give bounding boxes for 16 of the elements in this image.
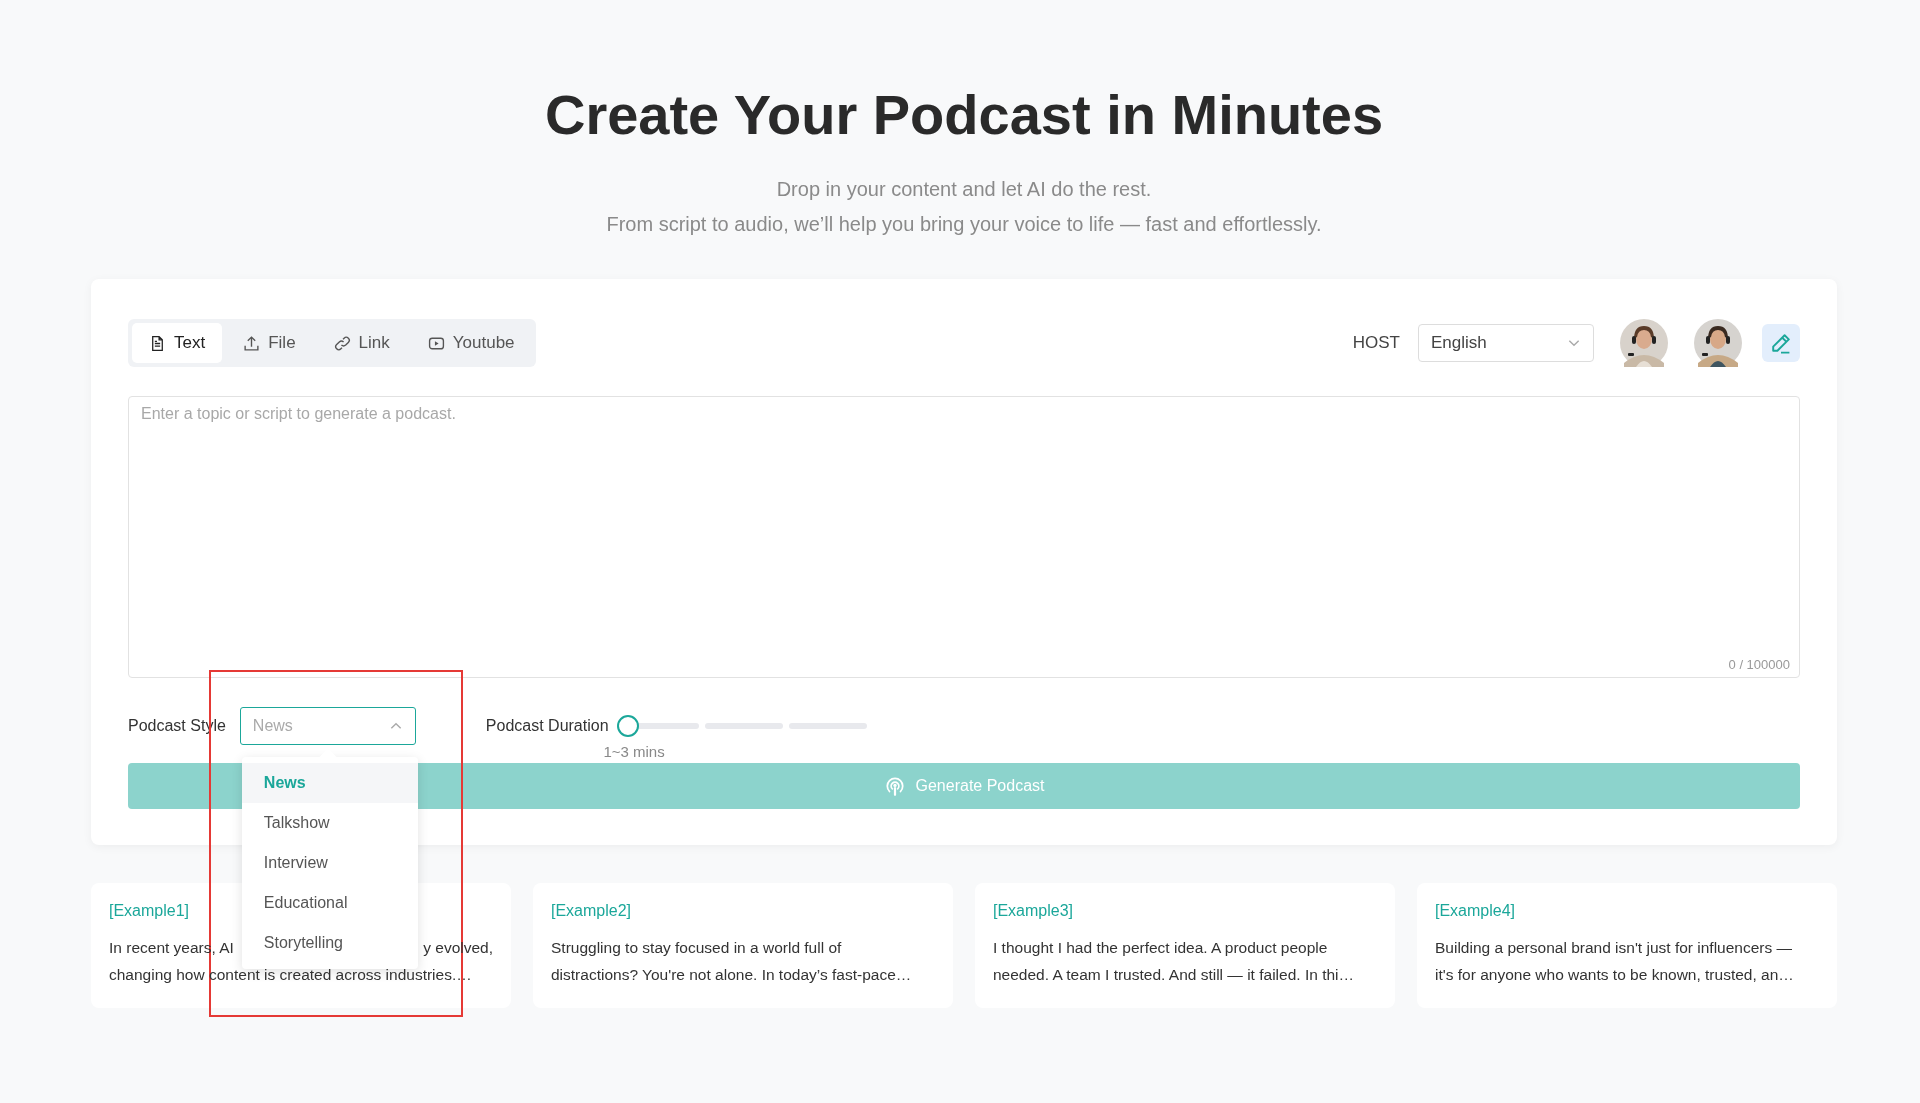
example-title: [Example3] — [993, 902, 1075, 920]
example-title: [Example2] — [551, 902, 633, 920]
example-text: needed. A team I trusted. And still — it failed. In thi… — [993, 965, 1354, 985]
subtitle: From script to audio, we’ll help you bring your voice to life — fast and effortlessly. — [605, 212, 1323, 237]
duration-reading: 1~3 mins — [603, 743, 665, 760]
subtitle: Drop in your content and let AI do the rest. — [775, 177, 1153, 202]
duration-label: Podcast Duration — [485, 717, 609, 735]
host-label: HOST — [1352, 333, 1400, 353]
example-text: I thought I had the perfect idea. A product people — [993, 938, 1328, 958]
example-text: Building a personal brand isn't just for influencers — — [1435, 938, 1793, 958]
character-counter: 0 / 100000 — [1728, 657, 1790, 672]
example-text: Struggling to stay focused in a world full of — [551, 938, 842, 958]
example-title: [Example4] — [1435, 902, 1517, 920]
example-text: distractions? You're not alone. In today’s fast-pace… — [551, 965, 912, 985]
example-text: it's for anyone who wants to be known, trusted, an… — [1435, 965, 1794, 985]
page-title: Create Your Podcast in Minutes — [543, 82, 1385, 148]
